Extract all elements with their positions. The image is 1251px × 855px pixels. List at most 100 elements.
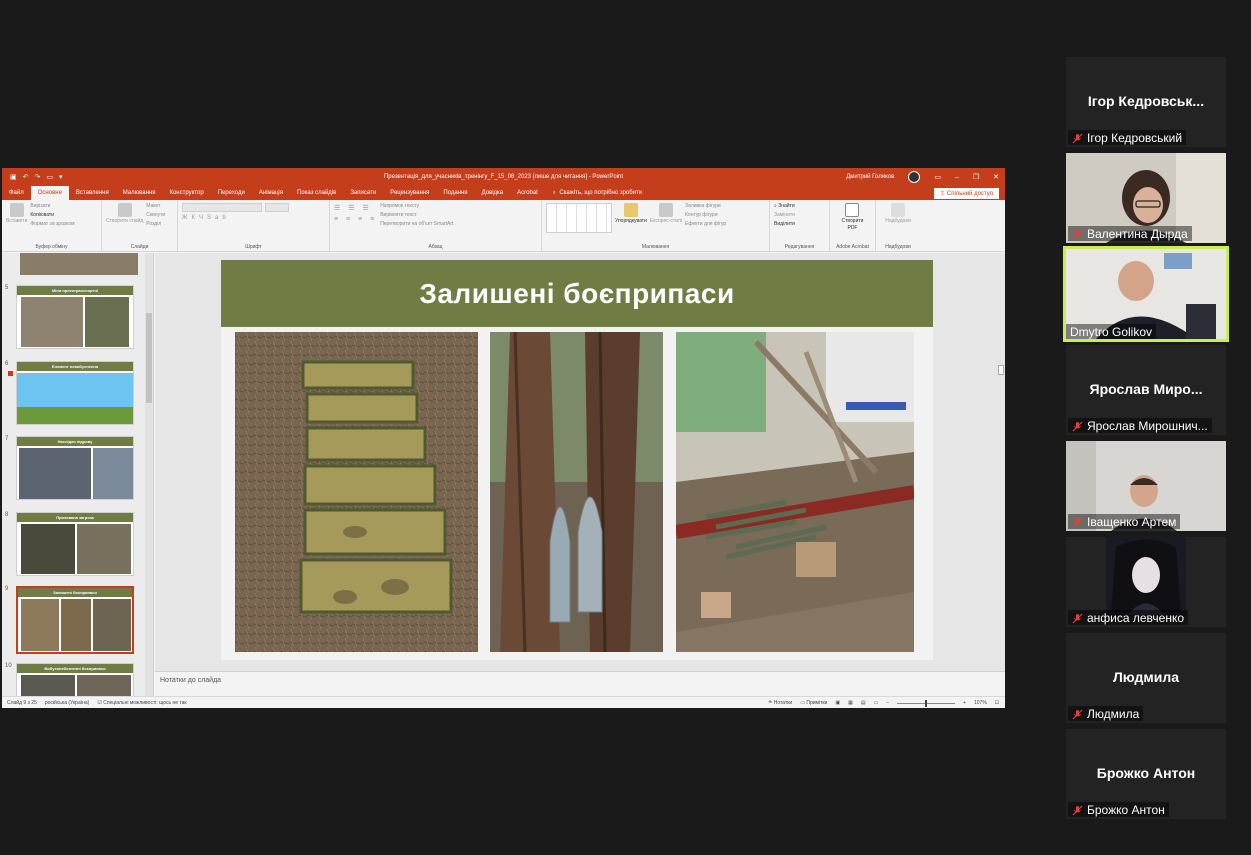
active-speaker-tile[interactable]: Dmytro Golikov: [1063, 246, 1229, 342]
normal-view-icon[interactable]: ▣: [835, 700, 840, 706]
participant-tile[interactable]: Людмила Людмила: [1066, 633, 1226, 723]
participant-tile[interactable]: Брожко Антон Брожко Антон: [1066, 729, 1226, 819]
participant-tile-avatar[interactable]: анфиса левченко: [1066, 537, 1226, 627]
thumbnail-slide-5[interactable]: Міни протитранспортні: [16, 285, 134, 349]
lightbulb-icon: ♁: [551, 190, 557, 196]
thumbnail-slide-10[interactable]: Вибухонебезпечні боєприпаси: [16, 663, 134, 696]
select-button[interactable]: Виділити: [774, 221, 795, 227]
format-painter-button[interactable]: Формат за зразком: [30, 221, 74, 227]
reset-button[interactable]: Скинути: [146, 212, 165, 218]
fit-to-window-icon[interactable]: ⊡: [995, 700, 999, 706]
ribbon-tab[interactable]: Показ слайдів: [290, 186, 343, 200]
participant-tile-video[interactable]: Валентина Дырда: [1066, 153, 1226, 243]
group-editing: ⌕ Знайти Замінити Виділити Редагування: [770, 200, 830, 251]
reading-view-icon[interactable]: ▤: [861, 700, 866, 706]
ribbon-tab[interactable]: Конструктор: [162, 186, 210, 200]
slide-sorter-icon[interactable]: ▦: [848, 700, 853, 706]
find-button[interactable]: ⌕ Знайти: [774, 203, 795, 209]
ribbon-tab[interactable]: Основне: [30, 186, 69, 200]
slide-photo-mines[interactable]: [235, 332, 478, 652]
ribbon-tab[interactable]: Довідка: [475, 186, 511, 200]
paste-button[interactable]: Вставити: [6, 203, 27, 241]
ribbon-tab[interactable]: Acrobat: [510, 186, 545, 200]
tell-me-text: Скажіть, що потрібно зробити: [559, 190, 643, 196]
arrange-button[interactable]: Упорядкувати: [615, 203, 647, 241]
language-status[interactable]: російська (Україна): [45, 700, 90, 706]
quick-styles-button[interactable]: Експрес-стилі: [650, 203, 682, 241]
minimize-icon[interactable]: –: [955, 174, 959, 181]
group-label-clipboard: Буфер обміну: [35, 244, 68, 250]
shape-outline-button[interactable]: Контур фігури: [685, 212, 726, 218]
paragraph-small-buttons: Напрямок тексту Вирівняти текст Перетвор…: [380, 203, 453, 241]
font-family-select[interactable]: [182, 203, 262, 212]
classroom-photo-drawing: [676, 332, 914, 652]
share-button[interactable]: ⇪ Спільний доступ: [934, 188, 999, 199]
scrollbar-thumb[interactable]: [146, 313, 152, 403]
user-name[interactable]: Дмитрий Голиков: [846, 174, 894, 180]
text-direction-button[interactable]: Напрямок тексту: [380, 203, 453, 209]
thumbnail-slide-7[interactable]: Наслідки підриву: [16, 436, 134, 500]
ribbon-tab[interactable]: Записати: [343, 186, 383, 200]
editing-buttons: ⌕ Знайти Замінити Виділити: [774, 203, 795, 241]
mic-muted-icon: [1072, 421, 1083, 431]
shapes-gallery[interactable]: [546, 203, 612, 233]
zoom-out-icon[interactable]: –: [886, 700, 889, 706]
notes-toggle[interactable]: ≙ Нотатки: [768, 700, 792, 706]
font-format-buttons[interactable]: ЖКЧSab: [182, 215, 325, 221]
thumbnail-4-partial[interactable]: [20, 253, 138, 275]
copy-button[interactable]: Копіювати: [30, 212, 74, 218]
slide-photo-shells[interactable]: [490, 332, 663, 652]
ribbon-tab[interactable]: Вставлення: [69, 186, 116, 200]
ribbon-display-icon[interactable]: ▭: [934, 173, 941, 181]
thumbnail-slide-9-selected[interactable]: Залишені боєприпаси: [16, 586, 134, 654]
slide-title[interactable]: Залишені боєприпаси: [419, 278, 734, 310]
slide-photo-classroom[interactable]: [676, 332, 914, 652]
addins-button[interactable]: Надбудови: [885, 203, 911, 241]
comments-toggle[interactable]: ▭ Примітки: [800, 700, 827, 706]
group-label-acrobat: Adobe Acrobat: [836, 244, 869, 250]
ribbon-tab[interactable]: Подання: [436, 186, 474, 200]
slide-scrollbar-thumb[interactable]: [998, 365, 1004, 375]
notes-pane[interactable]: Нотатки до слайда: [155, 671, 1005, 696]
group-addins: Надбудови Надбудови: [876, 200, 920, 251]
align-text-button[interactable]: Вирівняти текст: [380, 212, 453, 218]
current-slide[interactable]: Залишені боєприпаси: [221, 260, 933, 660]
thumbnail-slide-8[interactable]: Прихована загроза: [16, 512, 134, 576]
layout-button[interactable]: Макет: [146, 203, 165, 209]
smartart-button[interactable]: Перетворити на об'єкт SmartArt: [380, 221, 453, 227]
zoom-slider-knob[interactable]: [925, 699, 928, 707]
participant-tile[interactable]: Ярослав Миро... Ярослав Мирошнич...: [1066, 345, 1226, 435]
close-icon[interactable]: ✕: [993, 173, 999, 181]
replace-button[interactable]: Замінити: [774, 212, 795, 218]
new-slide-button[interactable]: Створити слайд: [106, 203, 143, 241]
shape-effects-button[interactable]: Ефекти для фігур: [685, 221, 726, 227]
slides-small-buttons: Макет Скинути Розділ: [146, 203, 165, 241]
ribbon-tab[interactable]: Рецензування: [383, 186, 436, 200]
user-avatar[interactable]: [908, 171, 921, 183]
tell-me-search[interactable]: ♁ Скажіть, що потрібно зробити: [545, 186, 649, 200]
participant-tile[interactable]: Ігор Кедровськ... Ігор Кедровський: [1066, 57, 1226, 147]
thumb-title-8: Прихована загроза: [17, 513, 133, 522]
ribbon-tab[interactable]: Переходи: [211, 186, 252, 200]
restore-icon[interactable]: ❐: [973, 173, 979, 181]
zoom-level[interactable]: 107%: [974, 700, 987, 706]
slideshow-view-icon[interactable]: ▭: [874, 700, 879, 706]
ribbon-tab[interactable]: Малювання: [116, 186, 163, 200]
paragraph-buttons[interactable]: ☰ ☰ ☰ ≡ ≡ ≡ ≡: [334, 203, 377, 241]
font-size-select[interactable]: [265, 203, 289, 212]
thumbnail-slide-6[interactable]: Елемент невибухнення: [16, 361, 134, 425]
zoom-slider[interactable]: [897, 699, 956, 707]
mic-muted-icon: [1072, 709, 1083, 719]
cut-button[interactable]: Вирізати: [30, 203, 74, 209]
participant-tile-video[interactable]: Іващенко Артем: [1066, 441, 1226, 531]
thumbnail-scrollbar[interactable]: [145, 253, 153, 696]
zoom-in-icon[interactable]: +: [963, 700, 966, 706]
slide-scrollbar[interactable]: [997, 253, 1005, 671]
ribbon-tab[interactable]: Файл: [2, 186, 31, 200]
accessibility-status[interactable]: ☑ Спеціальні можливості: щось не так: [97, 700, 186, 706]
shape-fill-button[interactable]: Заливка фігури: [685, 203, 726, 209]
slide-thumbnails-pane: 5 Міни протитранспортні 6 Елемент невибу…: [2, 253, 154, 696]
create-pdf-button[interactable]: Створити PDF: [842, 203, 863, 241]
ribbon-tab[interactable]: Анімація: [252, 186, 290, 200]
section-button[interactable]: Розділ: [146, 221, 165, 227]
